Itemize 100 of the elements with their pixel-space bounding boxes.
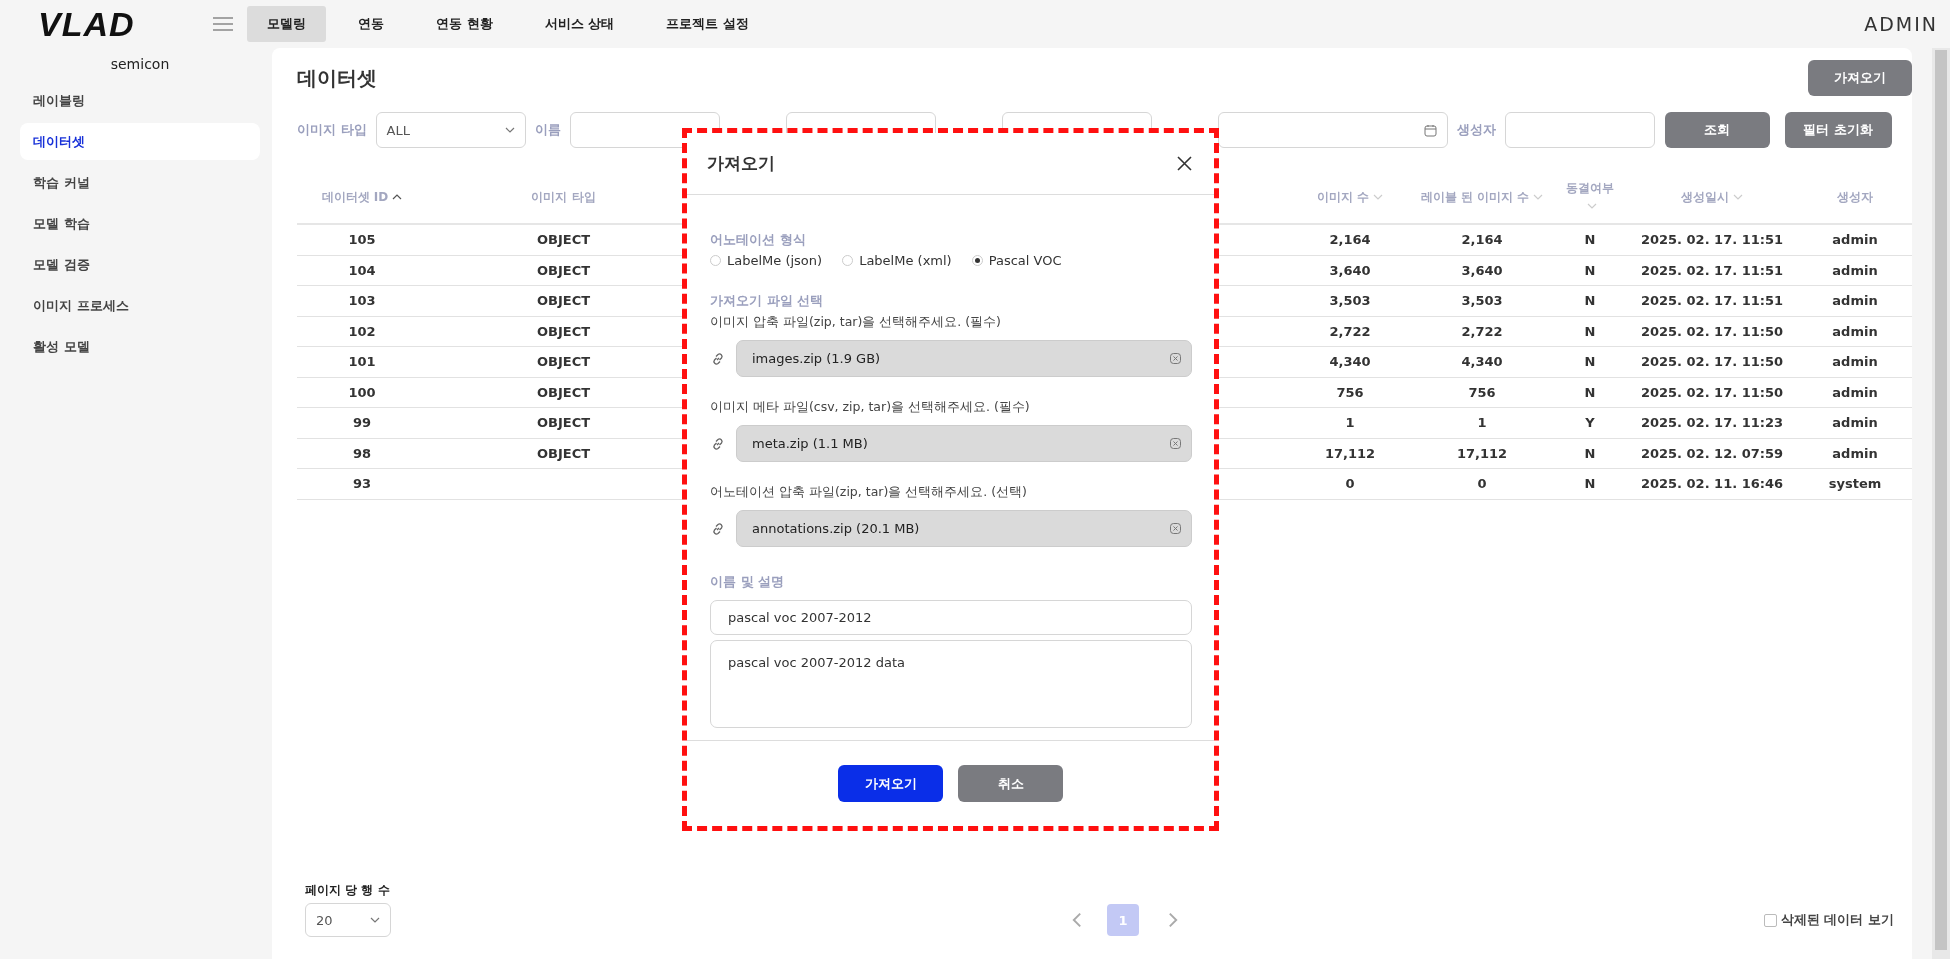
chevron-down-icon: [504, 125, 515, 135]
table-cell-text: admin: [1831, 262, 1879, 278]
table-cell-text: 2,164: [1328, 232, 1372, 248]
import-button[interactable]: 가져오기: [838, 765, 943, 802]
link-icon: [710, 520, 726, 537]
sidebar-item[interactable]: 레이블링: [20, 82, 260, 119]
clear-icon[interactable]: [1170, 353, 1181, 364]
sort-icon: [1373, 192, 1384, 202]
radio-label: Pascal VOC: [988, 253, 1062, 268]
nav-tab[interactable]: 연동: [338, 6, 404, 42]
section-label: 어노테이션 형식: [710, 231, 807, 249]
description-field[interactable]: pascal voc 2007-2012 data: [710, 640, 1192, 728]
sort-icon: [1587, 201, 1597, 211]
table-cell-text: OBJECT: [535, 323, 592, 339]
sidebar-item[interactable]: 활성 모델: [20, 328, 260, 365]
calendar-icon: [1423, 123, 1437, 137]
date-field[interactable]: [1217, 112, 1448, 148]
sidebar-item[interactable]: 이미지 프로세스: [20, 287, 260, 324]
table-cell-text: N: [1583, 262, 1597, 278]
table-cell-text: 101: [347, 354, 377, 370]
table-cell-text: 93: [351, 476, 373, 492]
file-field[interactable]: images.zip (1.9 GB): [736, 340, 1192, 377]
import-button[interactable]: 가져오기: [1808, 60, 1912, 96]
table-cell-text: 2025. 02. 17. 11:50: [1639, 384, 1785, 400]
table-cell-text: 2025. 02. 17. 11:51: [1639, 262, 1785, 278]
rows-per-page-select[interactable]: 20: [305, 903, 391, 937]
sidebar-item[interactable]: 학습 커널: [20, 164, 260, 201]
filter-label: 생성자: [1456, 121, 1496, 139]
table-cell-text: N: [1583, 445, 1597, 461]
rows-per-page-label: 페이지 당 행 수: [305, 882, 391, 899]
checkbox-label: 삭제된 데이터 보기: [1780, 911, 1894, 929]
clear-icon[interactable]: [1170, 438, 1181, 449]
filter-label: 이미지 타입: [297, 121, 367, 139]
table-cell-text: admin: [1831, 323, 1879, 339]
close-icon[interactable]: [1177, 156, 1192, 171]
table-cell-text: 2025. 02. 17. 11:50: [1639, 354, 1785, 370]
table-cell-text: 2,722: [1328, 323, 1372, 339]
table-cell-text: 3,640: [1328, 262, 1372, 278]
sidebar-item[interactable]: 데이터셋: [20, 123, 260, 160]
logo: VLAD: [38, 4, 136, 44]
clear-icon[interactable]: [1170, 523, 1181, 534]
cancel-button[interactable]: 취소: [958, 765, 1063, 802]
table-cell-text: 756: [1467, 384, 1497, 400]
table-cell-text: 99: [351, 415, 373, 431]
table-cell-text: 2025. 02. 17. 11:51: [1639, 293, 1785, 309]
table-cell-text: 3,503: [1460, 293, 1504, 309]
page-title: 데이터셋: [297, 64, 377, 92]
table-cell-text: 17,112: [1323, 445, 1377, 461]
table-cell-text: admin: [1831, 445, 1879, 461]
link-icon: [710, 350, 726, 367]
file-field[interactable]: meta.zip (1.1 MB): [736, 425, 1192, 462]
sidebar-item[interactable]: 모델 검증: [20, 246, 260, 283]
file-field[interactable]: annotations.zip (20.1 MB): [736, 510, 1192, 547]
table-cell-text: OBJECT: [535, 262, 592, 278]
table-cell-text: 104: [347, 262, 377, 278]
table-cell-text: admin: [1831, 384, 1879, 400]
filter-select[interactable]: ALL: [375, 112, 526, 148]
table-cell-text: 2025. 02. 17. 11:23: [1639, 415, 1785, 431]
table-cell-text: OBJECT: [535, 445, 592, 461]
table-cell-text: N: [1583, 323, 1597, 339]
table-cell-text: 100: [347, 384, 377, 400]
radio-label: LabelMe (json): [727, 253, 823, 268]
nav-tab[interactable]: 모델링: [247, 6, 326, 42]
table-cell-text: 2025. 02. 17. 11:51: [1639, 232, 1785, 248]
checkbox[interactable]: [1763, 913, 1777, 927]
table-cell-text: 2025. 02. 12. 07:59: [1639, 445, 1785, 461]
table-cell-text: admin: [1831, 232, 1879, 248]
table-cell-text: 3,640: [1460, 262, 1504, 278]
table-cell-text: 756: [1335, 384, 1365, 400]
table-cell-text: admin: [1831, 415, 1879, 431]
table-cell-text: OBJECT: [535, 384, 592, 400]
table-cell-text: 1: [1476, 415, 1488, 431]
nav-tab[interactable]: 서비스 상태: [524, 6, 635, 42]
nav-tab[interactable]: 프로젝트 설정: [646, 6, 769, 42]
file-hint: 이미지 압축 파일(zip, tar)을 선택해주세요. (필수): [710, 314, 1002, 331]
search-button[interactable]: 조회: [1664, 112, 1770, 148]
table-cell-text: 2,164: [1460, 232, 1504, 248]
table-cell-text: OBJECT: [535, 354, 592, 370]
table-cell-text: N: [1583, 354, 1597, 370]
nav-tab[interactable]: 연동 현황: [416, 6, 513, 42]
table-cell-text: 102: [347, 323, 377, 339]
name-field[interactable]: pascal voc 2007-2012: [710, 600, 1192, 635]
table-cell-text: 2,722: [1460, 323, 1504, 339]
filter-input[interactable]: [1504, 112, 1655, 148]
table-cell-text: 2025. 02. 17. 11:50: [1639, 323, 1785, 339]
table-cell-text: OBJECT: [535, 415, 592, 431]
table-cell-text: OBJECT: [535, 232, 592, 248]
table-cell-text: N: [1583, 476, 1597, 492]
scrollbar-thumb[interactable]: [1935, 50, 1947, 950]
column-header: 생성자: [1836, 188, 1874, 206]
table-cell-text: 4,340: [1460, 354, 1504, 370]
table-cell-text: OBJECT: [535, 293, 592, 309]
reset-filter-button[interactable]: 필터 초기화: [1784, 112, 1892, 148]
menu-icon[interactable]: [213, 17, 233, 31]
table-cell-text: 98: [351, 445, 373, 461]
link-icon: [710, 435, 726, 452]
table-cell-text: 105: [347, 232, 377, 248]
user-name: ADMIN: [1864, 13, 1938, 35]
chevron-down-icon: [370, 915, 380, 925]
sidebar-item[interactable]: 모델 학습: [20, 205, 260, 242]
